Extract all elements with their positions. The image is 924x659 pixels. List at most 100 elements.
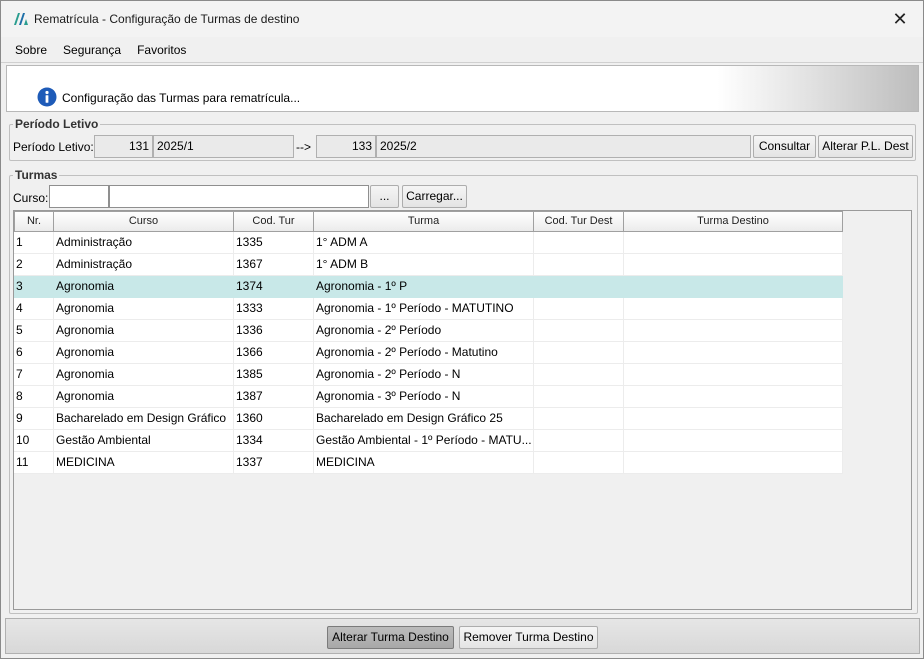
cell-curso: Agronomia [54, 276, 234, 298]
cell-curso: Agronomia [54, 320, 234, 342]
cell-turma-destino [624, 364, 843, 386]
cell-cod-tur-dest [534, 364, 624, 386]
cell-cod-tur-dest [534, 430, 624, 452]
table-row[interactable]: 7 Agronomia 1385 Agronomia - 2º Período … [14, 364, 843, 386]
table-row[interactable]: 8 Agronomia 1387 Agronomia - 3º Período … [14, 386, 843, 408]
periodo-from-name: 2025/1 [153, 135, 294, 158]
app-window: Rematrícula - Configuração de Turmas de … [0, 0, 924, 659]
cell-nr: 7 [14, 364, 54, 386]
cell-turma-destino [624, 430, 843, 452]
cell-turma-destino [624, 298, 843, 320]
periodo-letivo-label: Período Letivo: [13, 140, 94, 154]
cell-turma: Bacharelado em Design Gráfico 25 [314, 408, 534, 430]
turmas-grid: Nr. Curso Cod. Tur Turma Cod. Tur Dest T… [13, 210, 912, 610]
cell-cod-tur-dest [534, 408, 624, 430]
table-row-selected[interactable]: 3 Agronomia 1374 Agronomia - 1º P [14, 276, 843, 298]
close-button[interactable]: ✕ [877, 1, 923, 37]
window-title: Rematrícula - Configuração de Turmas de … [34, 12, 300, 26]
cell-cod-tur-dest [534, 276, 624, 298]
consultar-button[interactable]: Consultar [753, 135, 816, 158]
info-icon [37, 87, 57, 107]
cell-curso: Administração [54, 232, 234, 254]
turmas-group-title: Turmas [13, 168, 60, 182]
column-header-turma[interactable]: Turma [314, 211, 534, 232]
cell-turma-destino [624, 254, 843, 276]
cell-cod-tur-dest [534, 452, 624, 474]
periodo-from-code: 131 [94, 135, 153, 158]
table-row[interactable]: 9 Bacharelado em Design Gráfico 1360 Bac… [14, 408, 843, 430]
cell-cod-tur: 1374 [234, 276, 314, 298]
periodo-to-code: 133 [316, 135, 376, 158]
cell-cod-tur: 1360 [234, 408, 314, 430]
cell-turma: Gestão Ambiental - 1º Período - MATU... [314, 430, 534, 452]
table-row[interactable]: 5 Agronomia 1336 Agronomia - 2º Período [14, 320, 843, 342]
periodo-arrow: --> [296, 140, 311, 154]
cell-nr: 1 [14, 232, 54, 254]
cell-cod-tur: 1385 [234, 364, 314, 386]
cell-turma: 1° ADM A [314, 232, 534, 254]
cell-cod-tur: 1367 [234, 254, 314, 276]
cell-nr: 3 [14, 276, 54, 298]
table-row[interactable]: 4 Agronomia 1333 Agronomia - 1º Período … [14, 298, 843, 320]
menu-bar: Sobre Segurança Favoritos [1, 37, 923, 63]
cell-nr: 11 [14, 452, 54, 474]
cell-nr: 2 [14, 254, 54, 276]
title-bar: Rematrícula - Configuração de Turmas de … [1, 1, 923, 37]
cell-turma: Agronomia - 2º Período - Matutino [314, 342, 534, 364]
cell-curso: Agronomia [54, 298, 234, 320]
cell-curso: Administração [54, 254, 234, 276]
column-header-cod-tur[interactable]: Cod. Tur [234, 211, 314, 232]
column-header-nr[interactable]: Nr. [14, 211, 54, 232]
menu-sobre[interactable]: Sobre [7, 37, 55, 63]
cell-turma-destino [624, 386, 843, 408]
carregar-button[interactable]: Carregar... [402, 185, 467, 208]
curso-code-input[interactable] [49, 185, 109, 208]
column-header-turma-destino[interactable]: Turma Destino [624, 211, 843, 232]
table-row[interactable]: 10 Gestão Ambiental 1334 Gestão Ambienta… [14, 430, 843, 452]
cell-turma: Agronomia - 2º Período [314, 320, 534, 342]
cell-nr: 10 [14, 430, 54, 452]
column-header-cod-tur-dest[interactable]: Cod. Tur Dest [534, 211, 624, 232]
cell-curso: Gestão Ambiental [54, 430, 234, 452]
cell-curso: Agronomia [54, 386, 234, 408]
cell-turma: 1° ADM B [314, 254, 534, 276]
cell-turma: Agronomia - 1º P [314, 276, 534, 298]
browse-curso-button[interactable]: ... [370, 185, 399, 208]
menu-favoritos[interactable]: Favoritos [129, 37, 194, 63]
cell-curso: Agronomia [54, 342, 234, 364]
cell-cod-tur-dest [534, 342, 624, 364]
table-row[interactable]: 6 Agronomia 1366 Agronomia - 2º Período … [14, 342, 843, 364]
cell-cod-tur: 1335 [234, 232, 314, 254]
cell-turma-destino [624, 342, 843, 364]
cell-nr: 9 [14, 408, 54, 430]
periodo-to-name: 2025/2 [376, 135, 751, 158]
curso-label: Curso: [13, 191, 49, 205]
grid-body: 1 Administração 1335 1° ADM A 2 Administ… [14, 232, 843, 474]
table-row[interactable]: 1 Administração 1335 1° ADM A [14, 232, 843, 254]
cell-cod-tur-dest [534, 320, 624, 342]
cell-turma-destino [624, 232, 843, 254]
cell-curso: MEDICINA [54, 452, 234, 474]
cell-turma: Agronomia - 3º Período - N [314, 386, 534, 408]
alterar-pl-dest-button[interactable]: Alterar P.L. Dest [818, 135, 913, 158]
cell-cod-tur-dest [534, 254, 624, 276]
cell-cod-tur: 1336 [234, 320, 314, 342]
cell-nr: 8 [14, 386, 54, 408]
alterar-turma-destino-button[interactable]: Alterar Turma Destino [327, 626, 454, 649]
remover-turma-destino-button[interactable]: Remover Turma Destino [459, 626, 598, 649]
grid-header: Nr. Curso Cod. Tur Turma Cod. Tur Dest T… [14, 211, 843, 232]
cell-cod-tur-dest [534, 386, 624, 408]
cell-turma: Agronomia - 2º Período - N [314, 364, 534, 386]
cell-turma-destino [624, 276, 843, 298]
periodo-letivo-group-title: Período Letivo [13, 117, 101, 131]
cell-turma: MEDICINA [314, 452, 534, 474]
table-row[interactable]: 11 MEDICINA 1337 MEDICINA [14, 452, 843, 474]
app-logo-icon [14, 13, 28, 25]
column-header-curso[interactable]: Curso [54, 211, 234, 232]
cell-turma-destino [624, 408, 843, 430]
curso-name-input[interactable] [109, 185, 369, 208]
cell-turma: Agronomia - 1º Período - MATUTINO [314, 298, 534, 320]
cell-cod-tur: 1387 [234, 386, 314, 408]
table-row[interactable]: 2 Administração 1367 1° ADM B [14, 254, 843, 276]
menu-seguranca[interactable]: Segurança [55, 37, 129, 63]
